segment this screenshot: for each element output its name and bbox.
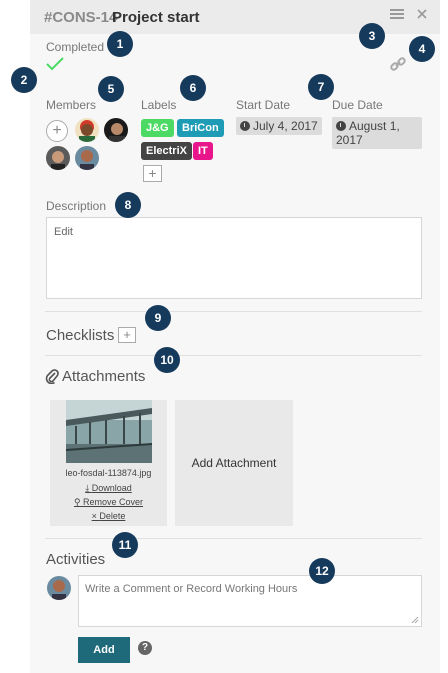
due-date-value-line2: 2017 xyxy=(336,133,363,147)
attachments-title: Attachments xyxy=(62,368,146,385)
delete-link[interactable]: × Delete xyxy=(50,511,167,521)
labels-label: Labels xyxy=(141,98,177,112)
divider xyxy=(45,538,422,539)
status-label: Completed xyxy=(46,40,105,54)
tag-label[interactable]: BriCon xyxy=(177,119,224,137)
clock-icon xyxy=(336,121,346,131)
add-member-button[interactable]: + xyxy=(46,120,68,142)
start-date-chip[interactable]: July 4, 2017 xyxy=(236,117,322,135)
callout-badge: 1 xyxy=(107,31,133,57)
callout-badge: 5 xyxy=(98,76,124,102)
download-link[interactable]: ⤓ Download xyxy=(50,483,167,494)
attachment-card: leo-fosdal-113874.jpg ⤓ Download ⚲ Remov… xyxy=(50,400,167,526)
add-label-button[interactable]: + xyxy=(143,165,162,182)
card-title[interactable]: Project start xyxy=(112,9,200,26)
attachment-filename: leo-fosdal-113874.jpg xyxy=(65,468,152,478)
divider xyxy=(45,311,422,312)
description-label: Description xyxy=(46,199,107,213)
avatar[interactable] xyxy=(75,146,99,170)
callout-badge: 4 xyxy=(409,36,435,62)
hamburger-menu-icon[interactable] xyxy=(390,8,404,24)
checklists-title: Checklists xyxy=(46,327,115,344)
callout-badge: 7 xyxy=(308,74,334,100)
avatar[interactable] xyxy=(75,118,99,142)
add-checklist-button[interactable]: + xyxy=(118,327,136,343)
avatar[interactable] xyxy=(46,146,70,170)
callout-badge: 8 xyxy=(115,192,141,218)
start-date-value: July 4, 2017 xyxy=(253,119,318,133)
divider xyxy=(45,355,422,356)
card-id: #CONS-14 xyxy=(44,9,118,26)
download-label: Download xyxy=(91,483,132,493)
callout-badge: 2 xyxy=(11,67,37,93)
due-date-label: Due Date xyxy=(332,98,383,112)
callout-badge: 10 xyxy=(154,347,180,373)
checkmark-icon[interactable] xyxy=(45,56,65,77)
callout-badge: 9 xyxy=(145,305,171,331)
comment-placeholder: Write a Comment or Record Working Hours xyxy=(85,583,298,595)
callout-badge: 3 xyxy=(359,23,385,49)
start-date-label: Start Date xyxy=(236,98,291,112)
add-comment-button[interactable]: Add xyxy=(78,637,130,663)
link-icon[interactable] xyxy=(390,56,406,77)
clock-icon xyxy=(240,121,250,131)
callout-badge: 11 xyxy=(112,532,138,558)
callout-badge: 12 xyxy=(309,558,335,584)
resize-handle-icon[interactable] xyxy=(411,616,419,624)
tag-label[interactable]: IT xyxy=(193,142,213,160)
comment-input[interactable]: Write a Comment or Record Working Hours xyxy=(78,575,422,627)
avatar xyxy=(47,576,71,600)
callout-badge: 6 xyxy=(180,75,206,101)
description-field[interactable]: Edit xyxy=(46,217,422,299)
due-date-value-line1: August 1, xyxy=(349,119,400,133)
attachment-thumbnail[interactable] xyxy=(66,400,152,463)
delete-label: Delete xyxy=(99,511,126,521)
avatar[interactable] xyxy=(104,118,128,142)
paperclip-icon xyxy=(45,368,59,389)
activities-title: Activities xyxy=(46,551,106,568)
due-date-chip[interactable]: August 1, 2017 xyxy=(332,117,422,149)
close-icon[interactable] xyxy=(416,8,428,24)
members-label: Members xyxy=(46,98,97,112)
help-icon[interactable]: ? xyxy=(138,641,152,655)
description-value: Edit xyxy=(54,226,73,238)
tag-label[interactable]: J&G xyxy=(141,119,174,137)
remove-cover-label: Remove Cover xyxy=(83,497,144,507)
add-attachment-button[interactable]: Add Attachment xyxy=(175,400,293,526)
tag-label[interactable]: ElectriX xyxy=(141,142,192,160)
remove-cover-link[interactable]: ⚲ Remove Cover xyxy=(50,497,167,508)
